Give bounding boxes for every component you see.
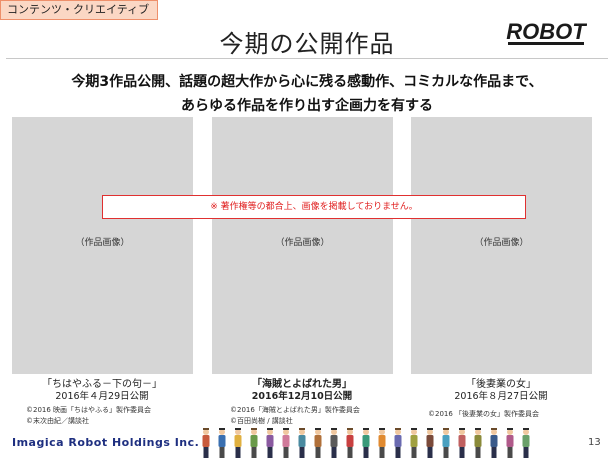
work-release-date: 2016年12月10日公開 bbox=[251, 391, 353, 402]
work-release-date: 2016年８月27日公開 bbox=[454, 391, 548, 402]
person-figure bbox=[234, 428, 242, 458]
work-title: 「ちはやふる－下の句－」 bbox=[42, 379, 162, 390]
work-credits-2: ©2016「海賊とよばれた男」製作委員会 ©百田尚樹 / 講談社 bbox=[230, 405, 360, 427]
credit-line: ©2016 映画「ちはやふる」製作委員会 bbox=[26, 406, 152, 414]
lead-line-2: あらゆる作品を作り出す企画力を有する bbox=[181, 98, 433, 114]
person-figure bbox=[282, 428, 290, 458]
person-figure bbox=[394, 428, 402, 458]
work-image-placeholder-1: （作品画像） bbox=[12, 117, 193, 374]
credit-line: ©百田尚樹 / 講談社 bbox=[230, 417, 293, 425]
copyright-notice: ※ 著作権等の都合上、画像を掲載しておりません。 bbox=[102, 195, 526, 219]
section-tag: コンテンツ・クリエイティブ bbox=[0, 0, 158, 20]
work-credits-3: ©2016 「後妻業の女」製作委員会 bbox=[428, 409, 539, 420]
work-caption-1: 「ちはやふる－下の句－」 2016年４月29日公開 bbox=[7, 378, 197, 403]
credit-line: ©2016 「後妻業の女」製作委員会 bbox=[428, 410, 540, 418]
person-figure bbox=[266, 428, 274, 458]
person-figure bbox=[426, 428, 434, 458]
people-illustration-icon bbox=[202, 428, 530, 458]
work-title: 「海賊とよばれた男」 bbox=[252, 379, 352, 390]
person-figure bbox=[378, 428, 386, 458]
person-figure bbox=[330, 428, 338, 458]
page-number: 13 bbox=[588, 437, 601, 448]
placeholder-label: （作品画像） bbox=[275, 238, 330, 248]
work-image-placeholder-2: （作品画像） bbox=[212, 117, 393, 374]
person-figure bbox=[202, 428, 210, 458]
person-figure bbox=[314, 428, 322, 458]
work-caption-2: 「海賊とよばれた男」 2016年12月10日公開 bbox=[207, 378, 397, 403]
credit-line: ©末次由紀／講談社 bbox=[26, 417, 89, 425]
person-figure bbox=[458, 428, 466, 458]
work-title: 「後妻業の女」 bbox=[466, 379, 536, 390]
person-figure bbox=[442, 428, 450, 458]
work-release-date: 2016年４月29日公開 bbox=[55, 391, 149, 402]
work-caption-3: 「後妻業の女」 2016年８月27日公開 bbox=[406, 378, 596, 403]
person-figure bbox=[522, 428, 530, 458]
person-figure bbox=[410, 428, 418, 458]
person-figure bbox=[298, 428, 306, 458]
person-figure bbox=[218, 428, 226, 458]
person-figure bbox=[250, 428, 258, 458]
person-figure bbox=[506, 428, 514, 458]
placeholder-label: （作品画像） bbox=[474, 238, 529, 248]
person-figure bbox=[362, 428, 370, 458]
credit-line: ©2016「海賊とよばれた男」製作委員会 bbox=[230, 406, 360, 414]
work-image-placeholder-3: （作品画像） bbox=[411, 117, 592, 374]
person-figure bbox=[490, 428, 498, 458]
lead-text: 今期3作品公開、話題の超大作から心に残る感動作、コミカルな作品まで、 あらゆる作… bbox=[0, 70, 614, 118]
logo-text: ROBOT bbox=[506, 20, 587, 44]
title-divider bbox=[6, 58, 608, 59]
person-figure bbox=[346, 428, 354, 458]
person-figure bbox=[474, 428, 482, 458]
robot-logo: ROBOT bbox=[506, 20, 587, 45]
company-name: Imagica Robot Holdings Inc. bbox=[12, 436, 200, 449]
work-credits-1: ©2016 映画「ちはやふる」製作委員会 ©末次由紀／講談社 bbox=[26, 405, 151, 427]
lead-line-1: 今期3作品公開、話題の超大作から心に残る感動作、コミカルな作品まで、 bbox=[71, 74, 543, 90]
placeholder-label: （作品画像） bbox=[75, 238, 130, 248]
